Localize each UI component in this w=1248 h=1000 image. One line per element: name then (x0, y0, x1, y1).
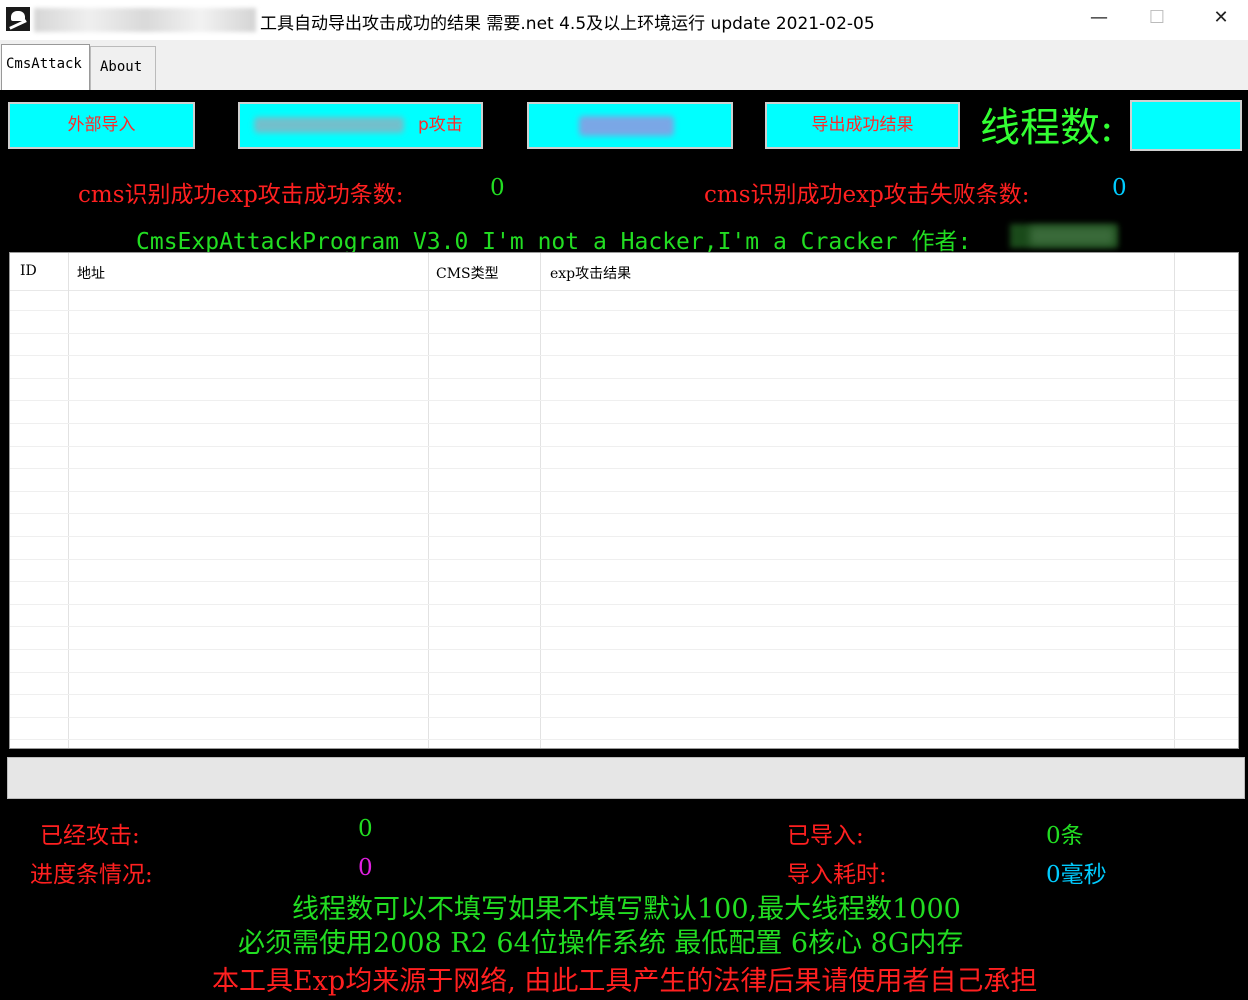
attacked-value: 0 (358, 816, 373, 842)
imported-value: 0条 (1046, 823, 1084, 849)
fail-count-value: 0 (1112, 175, 1127, 201)
minimize-button[interactable]: — (1076, 0, 1122, 38)
column-header-id[interactable]: ID (20, 263, 37, 279)
table-row-divider (10, 378, 1238, 379)
tab-about[interactable]: About (90, 46, 156, 90)
imported-label: 已导入: (787, 823, 864, 849)
progress-value: 0 (358, 855, 373, 881)
table-row-divider (10, 333, 1238, 334)
banner-text: CmsExpAttackProgram V3.0 I'm not a Hacke… (136, 229, 972, 255)
table-row-divider (10, 423, 1238, 424)
cms-exp-attack-button[interactable]: p攻击 (238, 102, 483, 149)
table-row-divider (10, 649, 1238, 650)
redacted-button[interactable] (527, 102, 733, 149)
tab-cmsattack[interactable]: CmsAttack (1, 44, 90, 90)
table-column-divider (68, 253, 69, 748)
title-bar: 工具自动导出攻击成功的结果 需要.net 4.5及以上环境运行 update 2… (0, 0, 1248, 40)
thread-count-label: 线程数: (980, 105, 1114, 151)
column-header-cms-type[interactable]: CMS类型 (436, 263, 499, 283)
export-results-button[interactable]: 导出成功结果 (765, 102, 960, 149)
results-table[interactable]: ID 地址 CMS类型 exp攻击结果 (9, 252, 1239, 749)
attacked-label: 已经攻击: (40, 823, 140, 849)
table-row-divider (10, 468, 1238, 469)
table-row-divider (10, 694, 1238, 695)
table-row-divider (10, 559, 1238, 560)
table-row-divider (10, 604, 1238, 605)
close-button[interactable]: ✕ (1198, 0, 1244, 38)
success-count-value: 0 (490, 175, 505, 201)
note-legal-disclaimer: 本工具Exp均来源于网络, 由此工具产生的法律后果请使用者自己承担 (212, 966, 1038, 997)
column-header-address[interactable]: 地址 (77, 263, 105, 283)
table-header: ID 地址 CMS类型 exp攻击结果 (10, 253, 1238, 291)
maximize-button[interactable]: ☐ (1134, 0, 1180, 38)
redacted-title-prefix (34, 8, 256, 32)
import-time-label: 导入耗时: (787, 862, 887, 888)
progress-label: 进度条情况: (30, 862, 153, 888)
import-time-value: 0毫秒 (1046, 862, 1107, 888)
table-row-divider (10, 581, 1238, 582)
redacted-author-inner (1030, 227, 1114, 245)
table-row-divider (10, 739, 1238, 740)
app-pirate-icon (6, 7, 30, 31)
redacted-button-text (254, 117, 404, 133)
redacted-button-text (579, 116, 674, 136)
table-row-divider (10, 513, 1238, 514)
tab-strip (0, 40, 1248, 90)
progress-bar (7, 757, 1245, 799)
exp-attack-label: p攻击 (418, 115, 463, 135)
fail-count-label: cms识别成功exp攻击失败条数: (704, 182, 1030, 208)
column-header-exp-result[interactable]: exp攻击结果 (550, 263, 631, 283)
import-button[interactable]: 外部导入 (8, 102, 195, 149)
table-row-divider (10, 310, 1238, 311)
table-row-divider (10, 491, 1238, 492)
table-row-divider (10, 717, 1238, 718)
table-row-divider (10, 355, 1238, 356)
table-row-divider (10, 400, 1238, 401)
table-row-divider (10, 446, 1238, 447)
table-column-divider (428, 253, 429, 748)
thread-count-input[interactable] (1130, 100, 1242, 151)
table-row-divider (10, 536, 1238, 537)
table-column-divider (540, 253, 541, 748)
success-count-label: cms识别成功exp攻击成功条数: (78, 182, 404, 208)
table-row-divider (10, 626, 1238, 627)
window-title: 工具自动导出攻击成功的结果 需要.net 4.5及以上环境运行 update 2… (260, 14, 875, 34)
note-system-requirements: 必须需使用2008 R2 64位操作系统 最低配置 6核心 8G内存 (238, 928, 964, 959)
table-row-divider (10, 672, 1238, 673)
table-column-divider (1174, 253, 1175, 748)
